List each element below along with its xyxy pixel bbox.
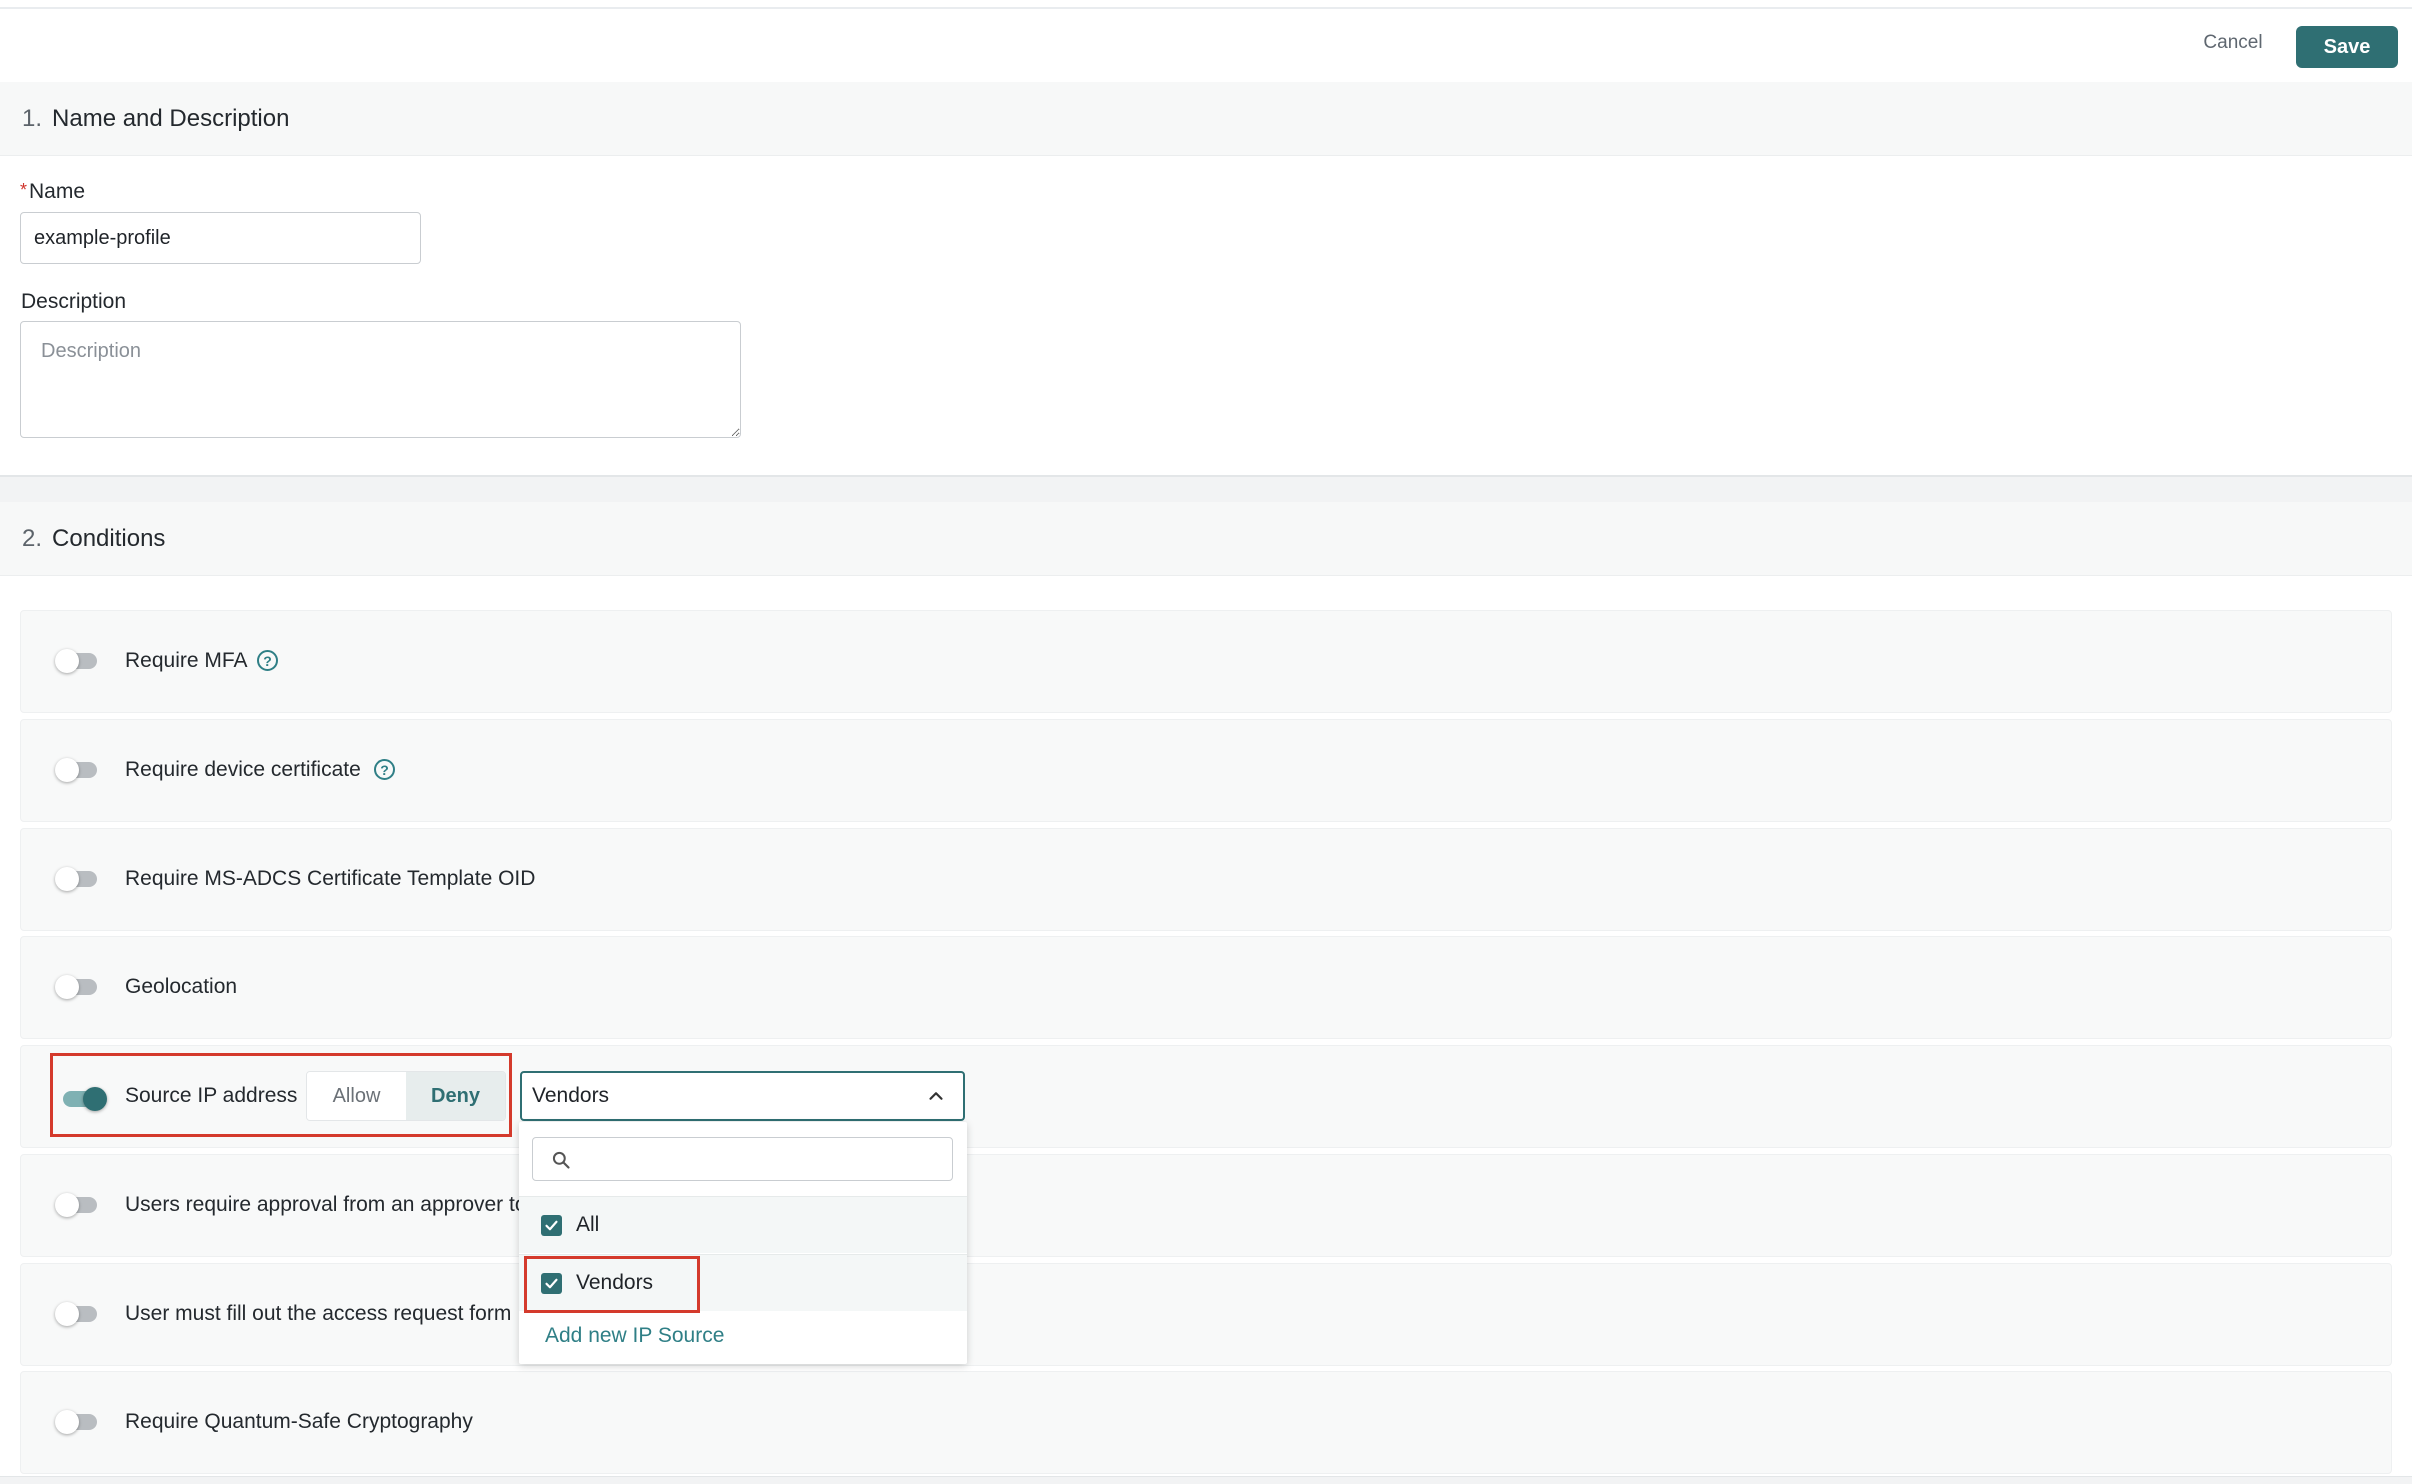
save-button[interactable]: Save bbox=[2296, 26, 2398, 68]
section-number: 2. bbox=[22, 524, 43, 552]
section-separator bbox=[0, 475, 2412, 502]
condition-row-require-mfa: Require MFA ? bbox=[20, 610, 2392, 713]
access-request-form-toggle[interactable] bbox=[55, 1302, 97, 1326]
section-title: Name and Description bbox=[52, 104, 290, 132]
description-field[interactable] bbox=[20, 321, 741, 438]
section-header-conditions: 2. Conditions bbox=[0, 502, 2412, 576]
check-icon bbox=[545, 1220, 558, 1230]
require-mfa-toggle[interactable] bbox=[55, 649, 97, 673]
ip-source-select[interactable]: Vendors bbox=[520, 1071, 965, 1121]
condition-label: Geolocation bbox=[125, 975, 238, 998]
condition-label: Require MFA bbox=[125, 649, 248, 672]
toggle-knob bbox=[55, 1410, 79, 1434]
condition-label: Require Quantum-Safe Cryptography bbox=[125, 1410, 473, 1433]
name-label-text: Name bbox=[29, 180, 86, 203]
top-divider bbox=[0, 7, 2412, 9]
highlight-vendors-option bbox=[524, 1256, 700, 1313]
toggle-knob bbox=[55, 1193, 79, 1217]
search-icon bbox=[552, 1151, 570, 1169]
highlight-source-ip-controls bbox=[50, 1053, 512, 1137]
question-circle-icon[interactable]: ? bbox=[374, 759, 395, 780]
name-label: *Name bbox=[20, 180, 85, 204]
toggle-knob bbox=[55, 975, 79, 999]
chevron-up-icon bbox=[929, 1092, 943, 1100]
checkbox-checked[interactable] bbox=[541, 1214, 562, 1236]
condition-label: Require device certificate bbox=[125, 758, 361, 781]
toggle-knob bbox=[55, 867, 79, 891]
selected-value: Vendors bbox=[532, 1084, 610, 1107]
condition-row-access-request-form: User must fill out the access request fo… bbox=[20, 1263, 2392, 1366]
section-title: Conditions bbox=[52, 524, 166, 552]
question-circle-icon[interactable]: ? bbox=[257, 650, 278, 671]
geolocation-toggle[interactable] bbox=[55, 975, 97, 999]
condition-label: Users require approval from an approver … bbox=[125, 1193, 527, 1216]
condition-row-approver-required: Users require approval from an approver … bbox=[20, 1154, 2392, 1257]
condition-label: Require MS-ADCS Certificate Template OID bbox=[125, 867, 536, 890]
ip-source-dropdown: All Vendors Add new IP Source bbox=[519, 1122, 967, 1364]
bottom-edge bbox=[0, 1476, 2412, 1484]
quantum-safe-toggle[interactable] bbox=[55, 1410, 97, 1434]
toggle-knob bbox=[55, 758, 79, 782]
dropdown-search bbox=[532, 1137, 953, 1181]
approver-required-toggle[interactable] bbox=[55, 1193, 97, 1217]
condition-label: User must fill out the access request fo… bbox=[125, 1302, 512, 1325]
required-marker: * bbox=[20, 180, 28, 200]
dropdown-option-all[interactable]: All bbox=[519, 1196, 967, 1253]
section-header-name-description: 1. Name and Description bbox=[0, 82, 2412, 156]
condition-row-quantum-safe: Require Quantum-Safe Cryptography bbox=[20, 1371, 2392, 1474]
condition-row-require-device-certificate: Require device certificate ? bbox=[20, 719, 2392, 822]
access-profile-editor: Cancel Save 1. Name and Description *Nam… bbox=[0, 0, 2412, 1484]
require-device-certificate-toggle[interactable] bbox=[55, 758, 97, 782]
dropdown-search-input[interactable] bbox=[577, 1138, 947, 1180]
description-label: Description bbox=[21, 290, 127, 313]
require-msadcs-oid-toggle[interactable] bbox=[55, 867, 97, 891]
condition-row-require-msadcs-oid: Require MS-ADCS Certificate Template OID bbox=[20, 828, 2392, 931]
section-number: 1. bbox=[22, 104, 43, 132]
toggle-knob bbox=[55, 1302, 79, 1326]
add-new-ip-source-link[interactable]: Add new IP Source bbox=[545, 1324, 724, 1348]
cancel-button[interactable]: Cancel bbox=[2188, 27, 2278, 59]
condition-row-geolocation: Geolocation bbox=[20, 936, 2392, 1039]
option-label: All bbox=[576, 1213, 600, 1236]
name-field[interactable] bbox=[20, 212, 421, 264]
toggle-knob bbox=[55, 649, 79, 673]
